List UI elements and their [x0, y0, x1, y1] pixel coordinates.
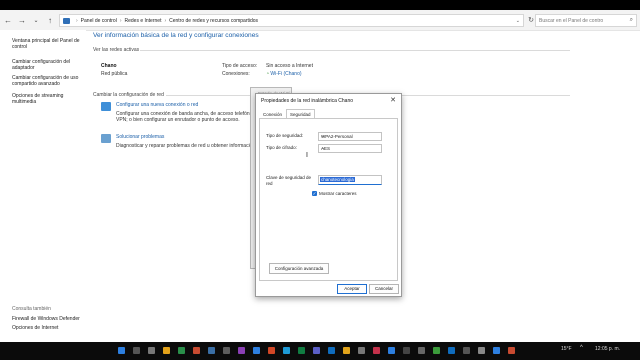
see-also-heading: Consulta también: [12, 306, 51, 312]
wifi-icon: ◔: [266, 71, 270, 77]
app-icon[interactable]: [508, 347, 515, 354]
app-icon[interactable]: [223, 347, 230, 354]
sidebar: Ventana principal del Panel de control C…: [0, 30, 86, 342]
app-icon[interactable]: [298, 347, 305, 354]
app-icon[interactable]: [268, 347, 275, 354]
control-panel-icon: [63, 17, 70, 24]
wifi-connection-link[interactable]: Wi-Fi (Chano): [270, 71, 301, 77]
back-icon[interactable]: ←: [2, 14, 14, 26]
clock[interactable]: 12:05 p. m.: [595, 346, 620, 352]
refresh-icon[interactable]: ↻: [527, 14, 535, 25]
network-key-label: Clave de seguridad de red: [266, 175, 312, 186]
sidebar-item-internet-options[interactable]: Opciones de Internet: [12, 325, 84, 331]
close-icon[interactable]: ✕: [390, 96, 396, 104]
app-icon[interactable]: [448, 347, 455, 354]
show-characters-label[interactable]: Mostrar caracteres: [319, 191, 357, 196]
app-icon[interactable]: [238, 347, 245, 354]
access-type-value: Sin acceso a Internet: [266, 63, 313, 69]
troubleshoot-desc: Diagnosticar y reparar problemas de red …: [116, 143, 256, 149]
app-icon[interactable]: [478, 347, 485, 354]
app-icon[interactable]: [343, 347, 350, 354]
encryption-type-select[interactable]: AES ⌄: [318, 144, 382, 153]
address-bar[interactable]: › Panel de control › Redes e Internet › …: [59, 14, 524, 27]
up-icon[interactable]: ↑: [44, 14, 56, 26]
encryption-type-label: Tipo de cifrado:: [266, 145, 297, 150]
app-icon[interactable]: [493, 347, 500, 354]
sidebar-item-adapter[interactable]: Cambiar configuración del adaptador: [12, 59, 84, 71]
search-input[interactable]: Buscar en el Panel de contro ⌕: [535, 14, 637, 27]
forward-icon[interactable]: →: [16, 14, 28, 26]
app-icon[interactable]: [283, 347, 290, 354]
app-icon[interactable]: [463, 347, 470, 354]
page-title: Ver información básica de la red y confi…: [93, 32, 259, 39]
chevron-down-icon: ⌄: [321, 133, 326, 139]
access-type-label: Tipo de acceso:: [222, 63, 258, 69]
mouse-cursor-icon: I: [306, 152, 308, 159]
app-icon[interactable]: [373, 347, 380, 354]
divider: [140, 50, 570, 51]
security-type-label: Tipo de seguridad:: [266, 133, 304, 138]
app-icon[interactable]: [403, 347, 410, 354]
advanced-settings-button[interactable]: Configuración avanzada: [269, 263, 329, 274]
ok-button[interactable]: Aceptar: [337, 284, 367, 294]
sidebar-item-firewall[interactable]: Firewall de Windows Defender: [12, 316, 84, 322]
sidebar-item-sharing[interactable]: Cambiar configuración de uso compartido …: [12, 75, 84, 87]
new-connection-desc: Configurar una conexión de banda ancha, …: [116, 111, 261, 123]
troubleshoot-icon: [101, 134, 111, 143]
new-connection-icon: [101, 102, 111, 111]
sidebar-item-home[interactable]: Ventana principal del Panel de control: [12, 38, 84, 50]
chevron-down-icon[interactable]: ⌄: [516, 18, 520, 24]
weather-temp[interactable]: 15°F: [561, 346, 572, 352]
start-icon[interactable]: [118, 347, 125, 354]
wireless-properties-dialog: Propiedades de la red inalámbrica Chano …: [255, 93, 402, 297]
app-icon[interactable]: [208, 347, 215, 354]
network-key-input[interactable]: chanotecnologia: [318, 175, 382, 185]
app-icon[interactable]: [328, 347, 335, 354]
dialog-tabs: Conexión Seguridad: [259, 109, 315, 120]
network-key-value: chanotecnologia: [320, 177, 355, 182]
search-icon: ⌕: [629, 17, 633, 23]
app-icon[interactable]: [418, 347, 425, 354]
app-icon[interactable]: [253, 347, 260, 354]
taskbar: 15°F ^ 12:05 p. m.: [0, 342, 640, 360]
chevron-right-icon: ›: [164, 17, 167, 24]
screen: ← → ⌄ ↑ › Panel de control › Redes e Int…: [0, 0, 640, 360]
change-settings-heading: Cambiar la configuración de red: [93, 92, 164, 98]
connections-label: Conexiones:: [222, 71, 250, 77]
chevron-right-icon: ›: [119, 17, 122, 24]
tray-chevron-icon[interactable]: ^: [580, 345, 583, 351]
new-connection-link[interactable]: Configurar una nueva conexión o red: [116, 102, 198, 108]
search-icon[interactable]: [133, 347, 140, 354]
breadcrumb-network-center[interactable]: Centro de redes y recursos compartidos: [169, 18, 258, 24]
active-networks-heading: Ver las redes activas: [93, 47, 140, 53]
search-placeholder: Buscar en el Panel de contro: [539, 17, 604, 24]
show-characters-checkbox[interactable]: ✓: [312, 191, 317, 196]
cancel-button[interactable]: Cancelar: [369, 284, 399, 294]
edge-icon[interactable]: [178, 347, 185, 354]
dialog-title: Propiedades de la red inalámbrica Chano: [261, 98, 354, 104]
breadcrumb-control-panel[interactable]: Panel de control: [81, 18, 117, 24]
troubleshoot-link[interactable]: Solucionar problemas: [116, 134, 164, 140]
top-black-bar: [0, 0, 640, 10]
app-icon[interactable]: [313, 347, 320, 354]
connections-value[interactable]: ◔ Wi-Fi (Chano): [266, 71, 302, 77]
network-type: Red pública: [101, 71, 128, 77]
app-icon[interactable]: [358, 347, 365, 354]
file-explorer-icon[interactable]: [163, 347, 170, 354]
recent-locations-icon[interactable]: ⌄: [30, 14, 42, 26]
chevron-right-icon: ›: [76, 17, 78, 24]
app-icon[interactable]: [193, 347, 200, 354]
breadcrumb-network-internet[interactable]: Redes e Internet: [124, 18, 161, 24]
network-name: Chano: [101, 63, 117, 69]
security-type-select[interactable]: WPA2-Personal ⌄: [318, 132, 382, 141]
chevron-down-icon: ⌄: [321, 145, 326, 151]
app-icon[interactable]: [433, 347, 440, 354]
task-view-icon[interactable]: [148, 347, 155, 354]
app-icon[interactable]: [388, 347, 395, 354]
security-tab-panel: Tipo de seguridad: WPA2-Personal ⌄ Tipo …: [259, 118, 398, 281]
sidebar-item-streaming[interactable]: Opciones de streaming multimedia: [12, 93, 84, 105]
address-bar-row: ← → ⌄ ↑ › Panel de control › Redes e Int…: [0, 10, 640, 31]
